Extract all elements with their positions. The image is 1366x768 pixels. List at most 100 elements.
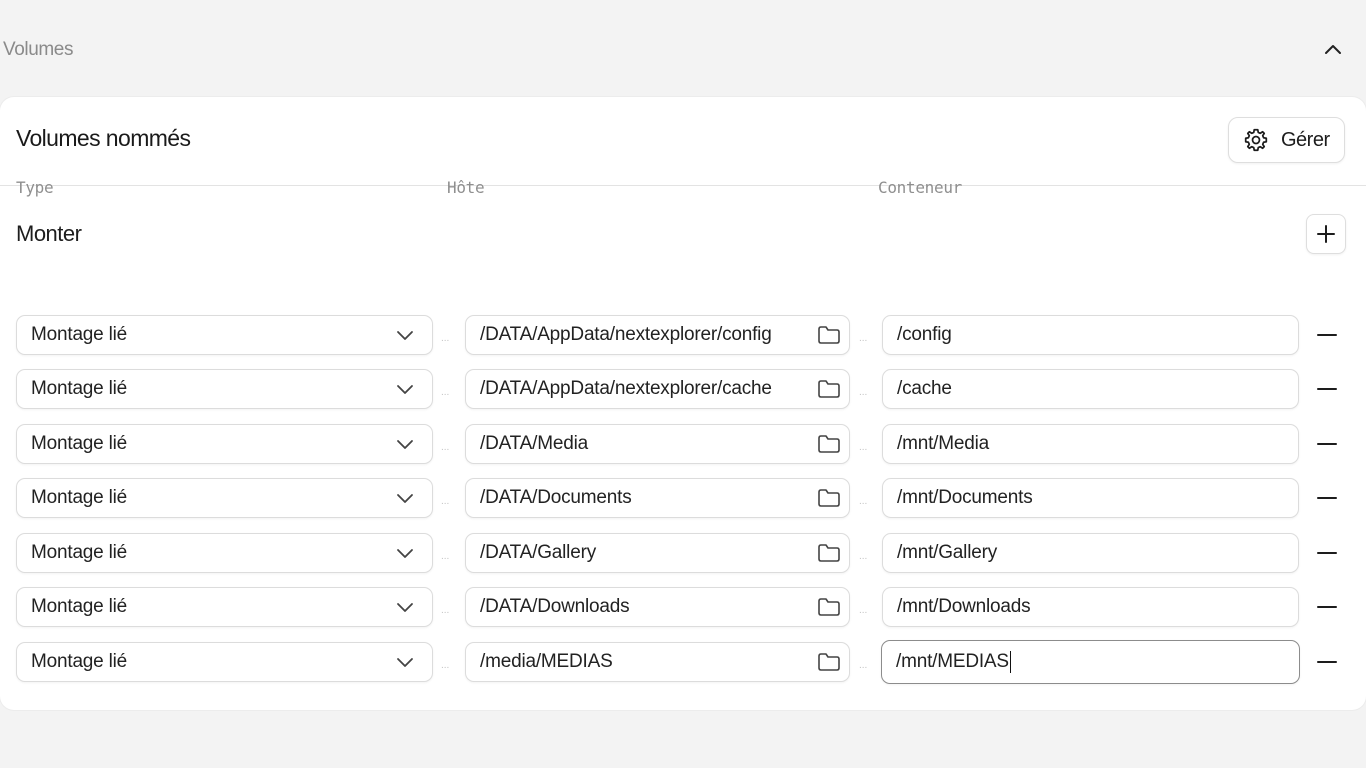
chevron-down-icon xyxy=(397,658,413,667)
container-path-value: /mnt/Documents xyxy=(897,487,1033,508)
type-select[interactable]: Montage lié xyxy=(16,587,433,627)
separator: ... xyxy=(859,496,868,507)
separator: ... xyxy=(441,387,450,398)
container-path-input[interactable]: /mnt/Downloads xyxy=(882,587,1299,627)
host-path-value: /media/MEDIAS xyxy=(480,651,613,672)
remove-mount-button[interactable] xyxy=(1313,482,1341,514)
minus-icon xyxy=(1317,443,1337,445)
separator: ... xyxy=(859,387,868,398)
column-header-container: Conteneur xyxy=(878,178,962,197)
collapse-button[interactable] xyxy=(1318,34,1348,64)
chevron-down-icon xyxy=(397,549,413,558)
remove-mount-button[interactable] xyxy=(1313,428,1341,460)
text-caret xyxy=(1009,651,1012,673)
type-select[interactable]: Montage lié xyxy=(16,533,433,573)
minus-icon xyxy=(1317,661,1337,663)
container-path-value: /mnt/MEDIAS xyxy=(896,651,1009,672)
separator: ... xyxy=(441,496,450,507)
type-select-value: Montage lié xyxy=(31,324,128,345)
separator: ... xyxy=(441,551,450,562)
host-path-input[interactable]: /DATA/Documents xyxy=(465,478,850,518)
container-path-input[interactable]: /mnt/MEDIAS xyxy=(881,640,1300,684)
mount-row: Montage lié ... /DATA/Documents ... /mnt… xyxy=(0,478,1366,518)
minus-icon xyxy=(1317,334,1337,336)
container-path-value: /config xyxy=(897,324,952,345)
chevron-up-icon xyxy=(1325,45,1341,54)
type-select[interactable]: Montage lié xyxy=(16,424,433,464)
container-path-value: /mnt/Gallery xyxy=(897,542,998,563)
type-select[interactable]: Montage lié xyxy=(16,478,433,518)
section-title: Volumes xyxy=(3,39,74,60)
type-select[interactable]: Montage lié xyxy=(16,369,433,409)
chevron-down-icon xyxy=(397,385,413,394)
container-path-input[interactable]: /mnt/Media xyxy=(882,424,1299,464)
container-path-input[interactable]: /mnt/Gallery xyxy=(882,533,1299,573)
type-select-value: Montage lié xyxy=(31,542,128,563)
minus-icon xyxy=(1317,552,1337,554)
folder-icon[interactable] xyxy=(816,376,842,402)
volumes-section-header[interactable]: Volumes xyxy=(0,0,1366,98)
remove-mount-button[interactable] xyxy=(1313,646,1341,678)
container-path-input[interactable]: /config xyxy=(882,315,1299,355)
chevron-down-icon xyxy=(397,440,413,449)
type-select-value: Montage lié xyxy=(31,487,128,508)
separator: ... xyxy=(859,605,868,616)
plus-icon xyxy=(1317,225,1335,243)
named-volumes-title: Volumes nommés xyxy=(16,125,191,151)
chevron-down-icon xyxy=(397,603,413,612)
host-path-input[interactable]: /DATA/Media xyxy=(465,424,850,464)
type-select-value: Montage lié xyxy=(31,596,128,617)
host-path-input[interactable]: /DATA/Gallery xyxy=(465,533,850,573)
container-path-input[interactable]: /cache xyxy=(882,369,1299,409)
mount-row: Montage lié ... /media/MEDIAS ... /mnt/M… xyxy=(0,640,1366,684)
folder-icon[interactable] xyxy=(816,540,842,566)
mount-row: Montage lié ... /DATA/AppData/nextexplor… xyxy=(0,315,1366,355)
type-select[interactable]: Montage lié xyxy=(16,315,433,355)
container-path-input[interactable]: /mnt/Documents xyxy=(882,478,1299,518)
type-select-value: Montage lié xyxy=(31,378,128,399)
host-path-input[interactable]: /DATA/AppData/nextexplorer/cache xyxy=(465,369,850,409)
container-path-value: /cache xyxy=(897,378,952,399)
remove-mount-button[interactable] xyxy=(1313,537,1341,569)
separator: ... xyxy=(441,605,450,616)
folder-icon[interactable] xyxy=(816,431,842,457)
mount-row: Montage lié ... /DATA/AppData/nextexplor… xyxy=(0,369,1366,409)
folder-icon[interactable] xyxy=(816,649,842,675)
container-path-value: /mnt/Media xyxy=(897,433,989,454)
host-path-value: /DATA/Gallery xyxy=(480,542,596,563)
manage-button[interactable]: Gérer xyxy=(1228,117,1345,163)
minus-icon xyxy=(1317,497,1337,499)
type-select[interactable]: Montage lié xyxy=(16,642,433,682)
mount-row: Montage lié ... /DATA/Gallery ... /mnt/G… xyxy=(0,533,1366,573)
column-header-type: Type xyxy=(16,178,54,197)
host-path-value: /DATA/Media xyxy=(480,433,588,454)
folder-icon[interactable] xyxy=(816,485,842,511)
minus-icon xyxy=(1317,388,1337,390)
mount-row: Montage lié ... /DATA/Media ... /mnt/Med… xyxy=(0,424,1366,464)
minus-icon xyxy=(1317,606,1337,608)
chevron-down-icon xyxy=(397,331,413,340)
add-mount-button[interactable] xyxy=(1306,214,1346,254)
separator: ... xyxy=(441,660,450,671)
separator: ... xyxy=(859,442,868,453)
host-path-value: /DATA/Documents xyxy=(480,487,632,508)
manage-button-label: Gérer xyxy=(1281,128,1330,151)
mount-row: Montage lié ... /DATA/Downloads ... /mnt… xyxy=(0,587,1366,627)
remove-mount-button[interactable] xyxy=(1313,591,1341,623)
remove-mount-button[interactable] xyxy=(1313,319,1341,351)
folder-icon[interactable] xyxy=(816,594,842,620)
separator: ... xyxy=(859,660,868,671)
host-path-value: /DATA/Downloads xyxy=(480,596,630,617)
host-path-input[interactable]: /DATA/Downloads xyxy=(465,587,850,627)
chevron-down-icon xyxy=(397,494,413,503)
named-volumes-header: Volumes nommés Gérer xyxy=(0,97,1366,186)
separator: ... xyxy=(441,333,450,344)
type-select-value: Montage lié xyxy=(31,433,128,454)
host-path-input[interactable]: /media/MEDIAS xyxy=(465,642,850,682)
host-path-input[interactable]: /DATA/AppData/nextexplorer/config xyxy=(465,315,850,355)
host-path-value: /DATA/AppData/nextexplorer/cache xyxy=(480,378,772,399)
container-path-value: /mnt/Downloads xyxy=(897,596,1031,617)
separator: ... xyxy=(859,333,868,344)
remove-mount-button[interactable] xyxy=(1313,373,1341,405)
folder-icon[interactable] xyxy=(816,322,842,348)
